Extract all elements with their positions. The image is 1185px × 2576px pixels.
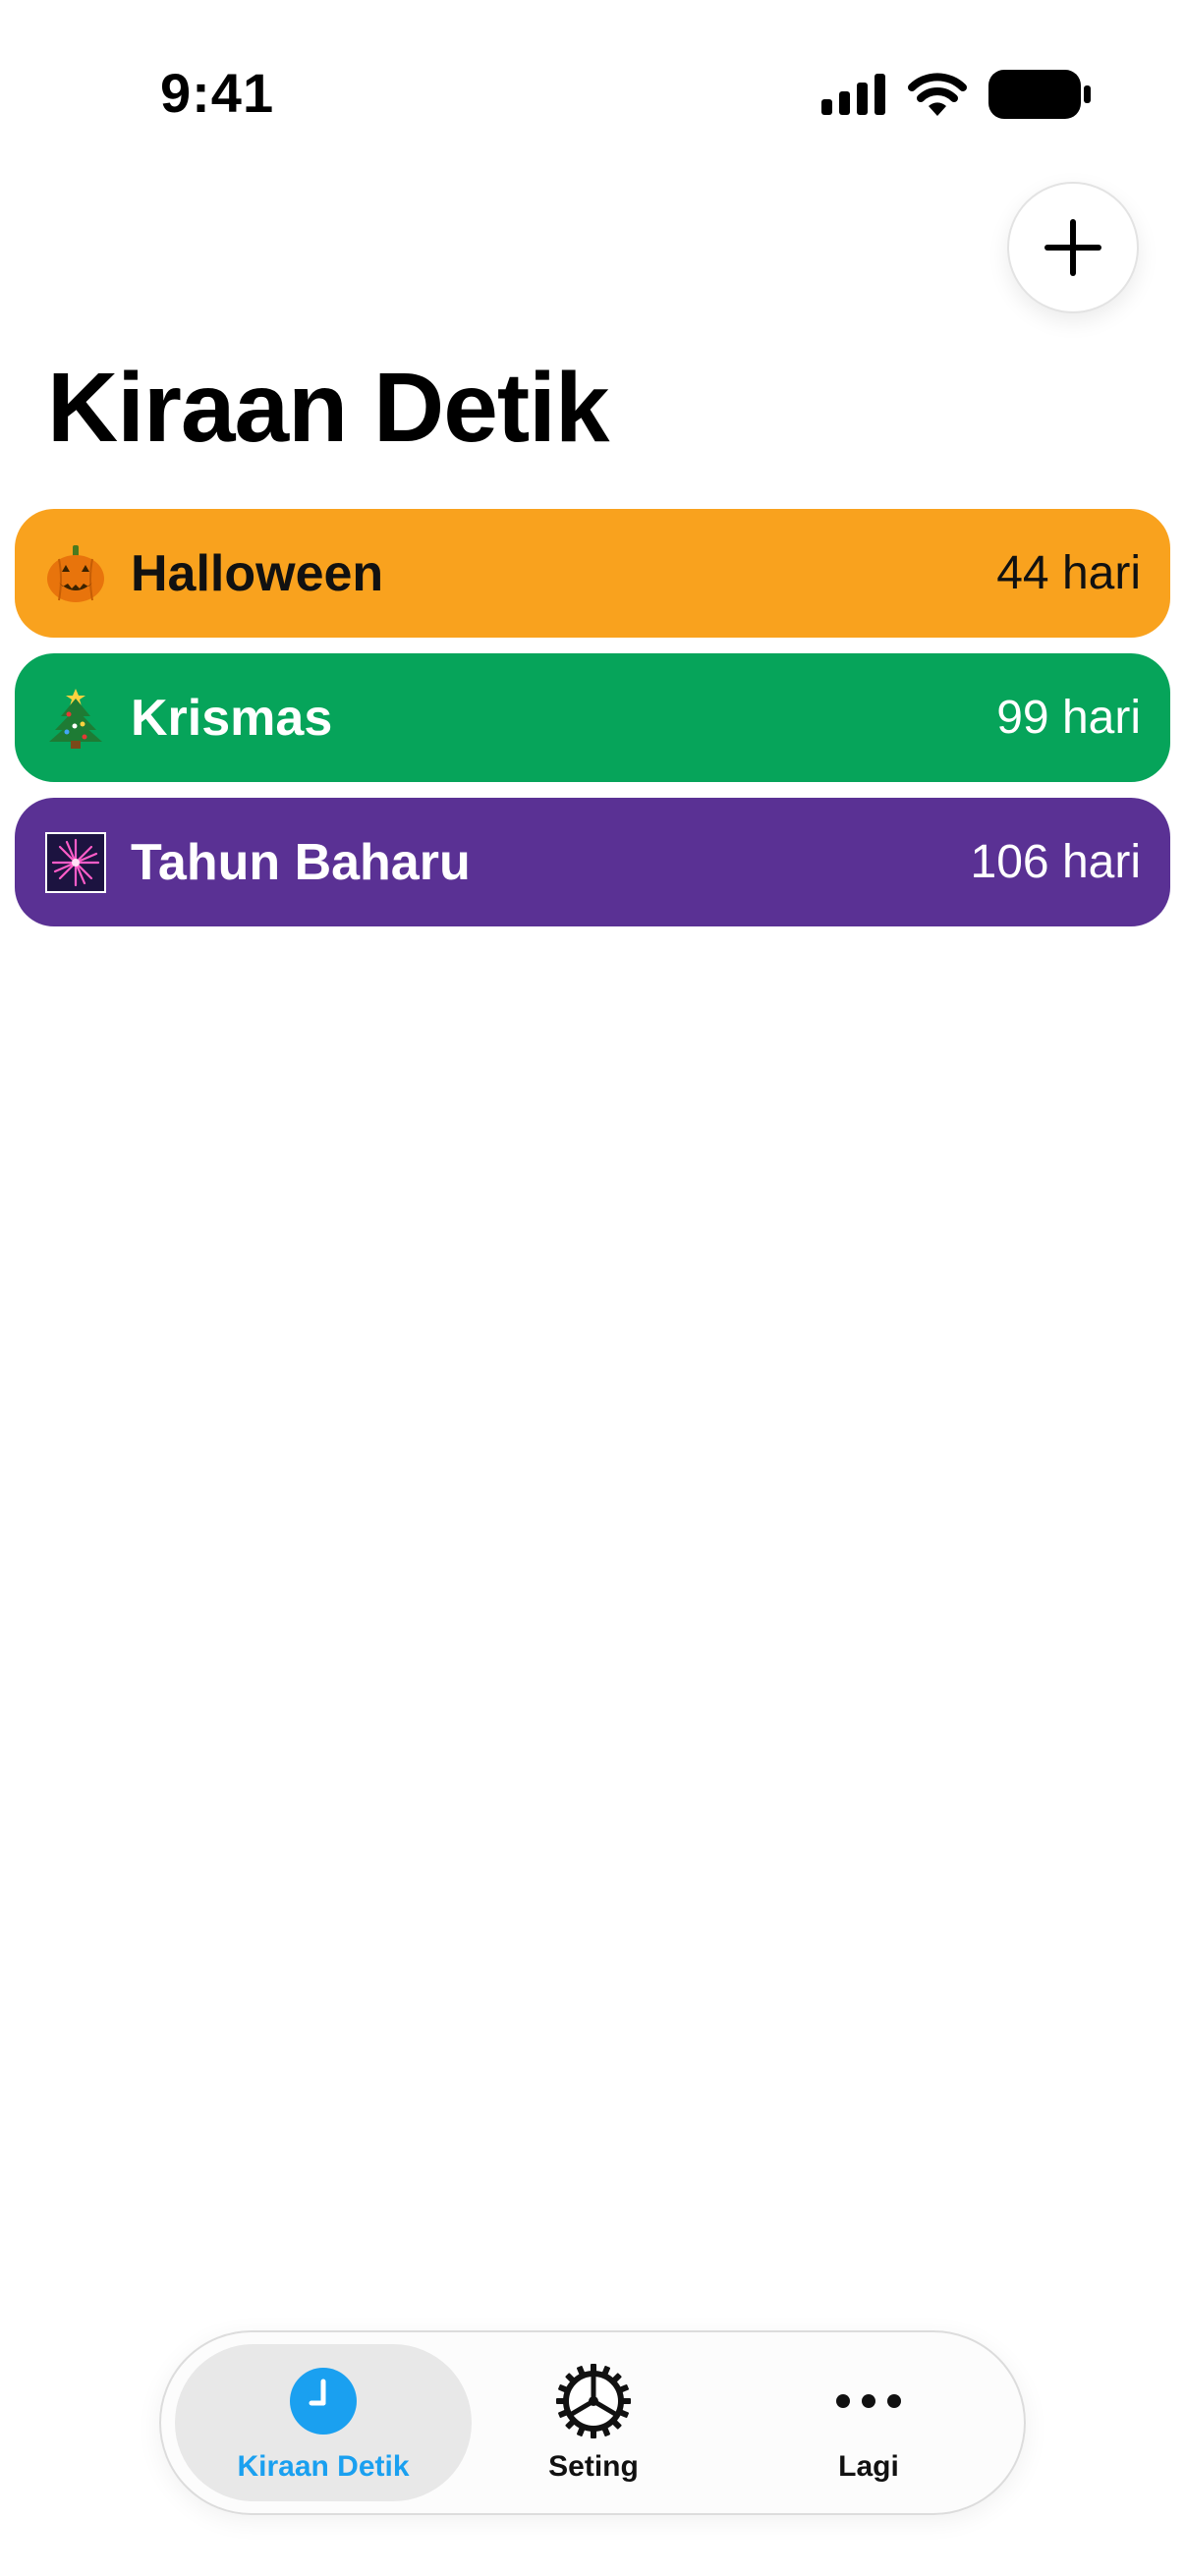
event-name: Halloween	[131, 544, 384, 602]
battery-icon	[988, 70, 1091, 119]
add-event-button[interactable]	[1007, 182, 1139, 313]
cellular-signal-icon	[821, 74, 885, 115]
tab-label: Lagi	[838, 2450, 899, 2483]
tab-label: Seting	[548, 2450, 639, 2483]
event-name: Tahun Baharu	[131, 833, 471, 891]
christmas-tree-icon	[44, 687, 107, 750]
status-time: 9:41	[160, 62, 275, 124]
fireworks-icon	[44, 831, 107, 894]
event-list: Halloween 44 hari Krismas 99 hari Tahun …	[15, 509, 1170, 942]
more-icon	[829, 2362, 908, 2440]
page-title: Kiraan Detik	[47, 353, 610, 463]
event-name: Krismas	[131, 689, 333, 747]
event-days: 106 hari	[970, 836, 1141, 888]
clock-icon	[284, 2362, 363, 2440]
event-days: 99 hari	[996, 692, 1141, 744]
tab-seting[interactable]: Seting	[495, 2344, 692, 2501]
plus-icon	[1044, 219, 1101, 276]
event-row-tahun-baharu[interactable]: Tahun Baharu 106 hari	[15, 798, 1170, 926]
status-bar: 9:41	[0, 0, 1185, 187]
event-row-halloween[interactable]: Halloween 44 hari	[15, 509, 1170, 638]
status-icons	[821, 70, 1091, 119]
tab-lagi[interactable]: Lagi	[770, 2344, 967, 2501]
pumpkin-icon	[44, 542, 107, 605]
gear-icon	[554, 2362, 633, 2440]
tab-bar: Kiraan Detik Seting Lagi	[159, 2330, 1026, 2515]
event-days: 44 hari	[996, 547, 1141, 599]
tab-label: Kiraan Detik	[237, 2450, 410, 2483]
wifi-icon	[908, 73, 967, 116]
event-row-krismas[interactable]: Krismas 99 hari	[15, 653, 1170, 782]
tab-kiraan-detik[interactable]: Kiraan Detik	[175, 2344, 472, 2501]
